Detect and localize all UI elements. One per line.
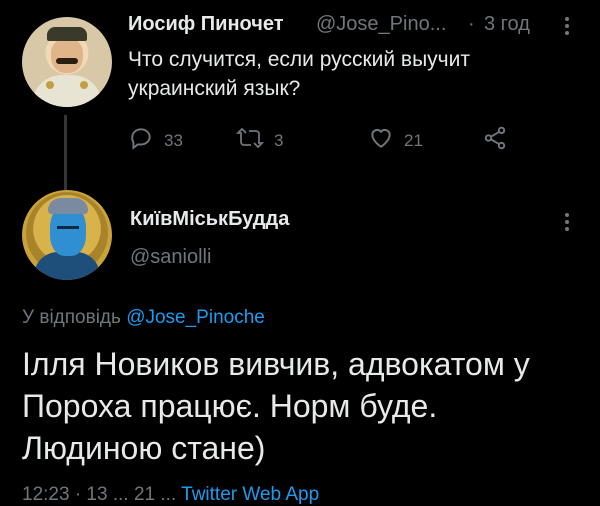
retweet-icon <box>235 125 265 156</box>
avatar[interactable] <box>22 17 112 107</box>
avatar-cap <box>47 27 87 41</box>
avatar-hair <box>48 198 88 214</box>
tweet-text: Ілля Новиков вивчив, адвокатом у Пороха … <box>22 346 530 466</box>
tweet-text: Что случится, если русский выучит украин… <box>128 48 470 100</box>
avatar-eyes <box>57 226 79 233</box>
avatar-moustache <box>56 58 78 64</box>
tweet-meta-count: 21 ... <box>133 484 177 505</box>
reply-prefix: У відповідь <box>22 307 121 328</box>
retweet-count: 3 <box>274 130 284 150</box>
retweet-button[interactable]: 3 <box>235 125 284 156</box>
avatar-medal <box>80 81 88 89</box>
reply-button[interactable]: 33 <box>128 125 183 156</box>
author-handle[interactable]: @Jose_Pino... <box>316 13 446 36</box>
avatar-uniform <box>32 75 102 107</box>
separator-dot: · <box>468 13 475 35</box>
thread-connector-line <box>64 115 67 193</box>
tweet-time[interactable]: 3 год <box>484 13 530 36</box>
reply-mention-link[interactable]: @Jose_Pinoche <box>126 307 265 328</box>
author-name[interactable]: Иосиф Пиночет <box>128 13 284 36</box>
author-name[interactable]: КиївМіськБудда <box>130 208 289 231</box>
like-count: 21 <box>404 130 423 150</box>
avatar-robe <box>34 252 100 280</box>
reply-icon <box>128 125 154 156</box>
reply-count: 33 <box>164 130 183 150</box>
avatar-medal <box>46 81 54 89</box>
more-icon[interactable] <box>561 212 573 232</box>
author-handle[interactable]: @saniolli <box>130 246 211 269</box>
more-icon[interactable] <box>561 16 573 36</box>
share-icon <box>482 125 508 156</box>
like-icon <box>368 125 394 156</box>
reply-context: У відповідь @Jose_Pinoche <box>22 307 265 329</box>
avatar-face <box>51 39 83 73</box>
avatar[interactable] <box>22 190 112 280</box>
tweet-meta: 12:23 · 13 ... 21 ... Twitter Web App <box>22 484 319 506</box>
like-button[interactable]: 21 <box>368 125 423 156</box>
tweet-timestamp[interactable]: 12:23 · 13 ... <box>22 484 129 505</box>
share-button[interactable] <box>482 125 508 156</box>
tweet-source-link[interactable]: Twitter Web App <box>181 484 319 505</box>
